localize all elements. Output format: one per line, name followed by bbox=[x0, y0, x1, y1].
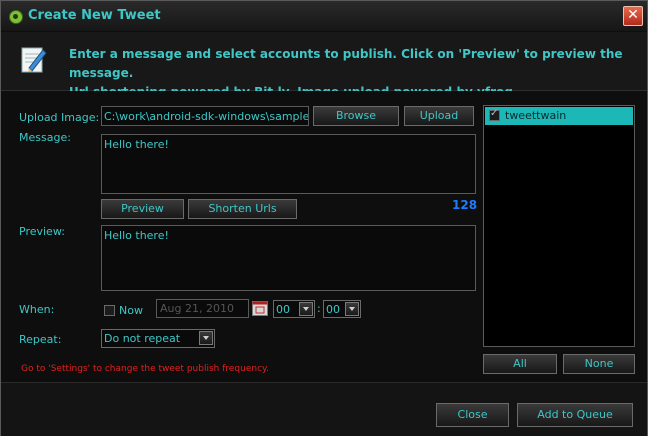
message-label: Message: bbox=[19, 131, 71, 144]
chevron-down-icon bbox=[345, 302, 359, 316]
account-name: tweettwain bbox=[505, 109, 567, 122]
now-label: Now bbox=[119, 304, 143, 317]
date-input[interactable]: Aug 21, 2010 bbox=[156, 299, 249, 318]
upload-image-path-input[interactable]: C:\work\android-sdk-windows\samples\andr bbox=[101, 106, 309, 126]
accounts-list[interactable]: tweettwain bbox=[483, 105, 635, 347]
upload-button[interactable]: Upload bbox=[404, 106, 474, 126]
list-item[interactable]: tweettwain bbox=[485, 107, 633, 125]
account-checkbox[interactable] bbox=[489, 108, 500, 121]
close-button[interactable]: Close bbox=[436, 403, 509, 427]
hour-value: 00 bbox=[276, 303, 290, 316]
repeat-value: Do not repeat bbox=[104, 332, 181, 345]
window-title: Create New Tweet bbox=[28, 8, 161, 23]
when-label: When: bbox=[19, 303, 55, 316]
create-tweet-dialog: Create New Tweet ✕ Enter a message and s… bbox=[0, 0, 648, 436]
instructions-header: Enter a message and select accounts to p… bbox=[1, 32, 647, 99]
message-input[interactable]: Hello there! bbox=[101, 134, 476, 194]
calendar-icon[interactable] bbox=[252, 301, 268, 316]
title-bar: Create New Tweet ✕ bbox=[1, 1, 647, 31]
form-area: Upload Image: C:\work\android-sdk-window… bbox=[1, 91, 647, 381]
app-logo-icon bbox=[9, 10, 23, 24]
hour-select[interactable]: 00 bbox=[273, 300, 315, 318]
close-window-button[interactable]: ✕ bbox=[623, 6, 643, 26]
compose-pencil-icon bbox=[21, 47, 47, 73]
repeat-label: Repeat: bbox=[19, 333, 62, 346]
dialog-footer: Close Add to Queue bbox=[1, 382, 647, 436]
chevron-down-icon bbox=[199, 331, 213, 345]
select-none-button[interactable]: None bbox=[563, 354, 635, 374]
preview-output: Hello there! bbox=[101, 225, 476, 291]
minute-select[interactable]: 00 bbox=[323, 300, 361, 318]
browse-button[interactable]: Browse bbox=[313, 106, 399, 126]
add-to-queue-button[interactable]: Add to Queue bbox=[517, 403, 633, 427]
settings-hint: Go to 'Settings' to change the tweet pub… bbox=[21, 364, 269, 374]
minute-value: 00 bbox=[326, 303, 340, 316]
repeat-select[interactable]: Do not repeat bbox=[101, 329, 215, 348]
upload-image-label: Upload Image: bbox=[19, 111, 100, 124]
instructions-line-1: Enter a message and select accounts to p… bbox=[69, 47, 623, 80]
select-all-button[interactable]: All bbox=[483, 354, 557, 374]
shorten-urls-button[interactable]: Shorten Urls bbox=[188, 199, 297, 219]
preview-label: Preview: bbox=[19, 225, 65, 238]
preview-button[interactable]: Preview bbox=[101, 199, 184, 219]
character-counter: 128 bbox=[452, 198, 478, 212]
chevron-down-icon bbox=[299, 302, 313, 316]
now-checkbox[interactable] bbox=[104, 305, 115, 316]
time-separator: : bbox=[317, 302, 321, 315]
